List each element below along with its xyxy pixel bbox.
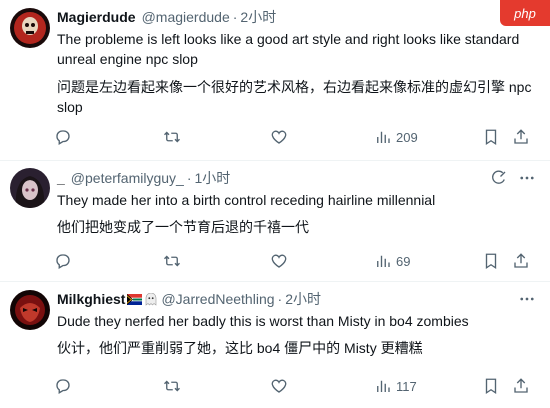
bookmark-button[interactable] xyxy=(482,375,512,397)
tweet[interactable]: _ @peterfamilyguy_ · 1小时 They made her i… xyxy=(0,161,550,282)
south-africa-flag-icon xyxy=(127,293,143,305)
retweet-icon xyxy=(164,255,180,267)
views-button[interactable]: 69 xyxy=(374,250,482,272)
views-button[interactable]: 117 xyxy=(374,375,482,397)
grok-button[interactable] xyxy=(488,167,510,189)
views-button[interactable]: 209 xyxy=(374,126,482,148)
heart-icon xyxy=(271,379,287,393)
bookmark-icon xyxy=(485,253,497,270)
tweet[interactable]: Magierdude @magierdude · 2小时 The problem… xyxy=(0,0,550,161)
tweet-text-chinese: 问题是左边看起来像一个很好的艺术风格，右边看起来像标准的虚幻引擎 npc slo… xyxy=(57,79,532,115)
display-name[interactable]: Milkghiest xyxy=(57,291,125,307)
reply-button[interactable] xyxy=(54,126,163,148)
like-button[interactable] xyxy=(270,375,374,397)
red-skull-avatar-icon xyxy=(10,8,50,48)
timestamp[interactable]: 2小时 xyxy=(240,7,276,27)
grok-icon xyxy=(492,170,506,184)
display-name[interactable]: Magierdude xyxy=(57,9,136,25)
timestamp[interactable]: 1小时 xyxy=(195,168,231,188)
views-count: 69 xyxy=(396,253,411,269)
separator-dot: · xyxy=(186,170,192,186)
display-name[interactable]: _ xyxy=(57,170,65,186)
tweet-text-chinese: 伙计，他们严重削弱了她，这比 bo4 僵尸中的 Misty 更糟糕 xyxy=(57,340,423,356)
more-icon xyxy=(520,176,534,180)
reply-button[interactable] xyxy=(54,375,163,397)
separator-dot: · xyxy=(277,291,283,307)
dark-hair-girl-avatar-icon xyxy=(10,168,50,208)
share-icon xyxy=(514,253,528,268)
reply-icon xyxy=(56,254,70,269)
heart-icon xyxy=(271,130,287,144)
separator-dot: · xyxy=(232,9,238,25)
more-icon xyxy=(520,297,534,301)
tweet[interactable]: Milkghiest @JarredNeethling · 2小时 Dude t… xyxy=(0,282,550,408)
timestamp[interactable]: 2小时 xyxy=(285,289,321,309)
heart-icon xyxy=(271,254,287,268)
avatar[interactable] xyxy=(10,290,50,330)
php-watermark: php xyxy=(500,0,550,26)
views-count: 117 xyxy=(396,378,417,394)
tweet-text-english: The probleme is left looks like a good a… xyxy=(57,31,520,67)
bar-chart-icon xyxy=(377,131,390,143)
tweet-header: _ @peterfamilyguy_ · 1小时 xyxy=(57,169,536,187)
tweet-actions: 69 xyxy=(54,250,538,272)
reply-icon xyxy=(56,379,70,394)
bookmark-icon xyxy=(485,378,497,395)
tweet-header: Milkghiest @JarredNeethling · 2小时 xyxy=(57,290,536,308)
share-button[interactable] xyxy=(512,375,532,397)
tweet-text-chinese: 他们把她变成了一个节育后退的千禧一代 xyxy=(57,219,309,235)
retweet-icon xyxy=(164,131,180,143)
retweet-icon xyxy=(164,380,180,392)
user-handle[interactable]: @magierdude xyxy=(142,9,230,25)
tweet-header: Magierdude @magierdude · 2小时 xyxy=(57,8,536,26)
share-button[interactable] xyxy=(512,250,532,272)
bookmark-button[interactable] xyxy=(482,250,512,272)
share-icon xyxy=(514,378,528,393)
avatar[interactable] xyxy=(10,168,50,208)
bookmark-button[interactable] xyxy=(482,126,512,148)
retweet-button[interactable] xyxy=(163,375,270,397)
tweet-actions: 209 xyxy=(54,126,538,148)
reply-button[interactable] xyxy=(54,250,163,272)
tweet-text-english: They made her into a birth control reced… xyxy=(57,192,436,208)
ghost-emoji-icon xyxy=(146,292,157,306)
more-options-button[interactable] xyxy=(516,167,538,189)
retweet-button[interactable] xyxy=(163,250,270,272)
tweet-actions: 117 xyxy=(54,375,538,397)
red-mask-avatar-icon xyxy=(10,290,50,330)
bar-chart-icon xyxy=(377,380,390,392)
user-handle[interactable]: @peterfamilyguy_ xyxy=(71,170,184,186)
share-icon xyxy=(514,129,528,144)
like-button[interactable] xyxy=(270,250,374,272)
retweet-button[interactable] xyxy=(163,126,270,148)
user-handle[interactable]: @JarredNeethling xyxy=(161,291,274,307)
bar-chart-icon xyxy=(377,255,390,267)
reply-icon xyxy=(56,130,70,145)
like-button[interactable] xyxy=(270,126,374,148)
avatar[interactable] xyxy=(10,8,50,48)
tweet-text-english: Dude they nerfed her badly this is worst… xyxy=(57,313,469,329)
bookmark-icon xyxy=(485,129,497,146)
share-button[interactable] xyxy=(512,126,532,148)
views-count: 209 xyxy=(396,129,418,145)
more-options-button[interactable] xyxy=(516,288,538,310)
